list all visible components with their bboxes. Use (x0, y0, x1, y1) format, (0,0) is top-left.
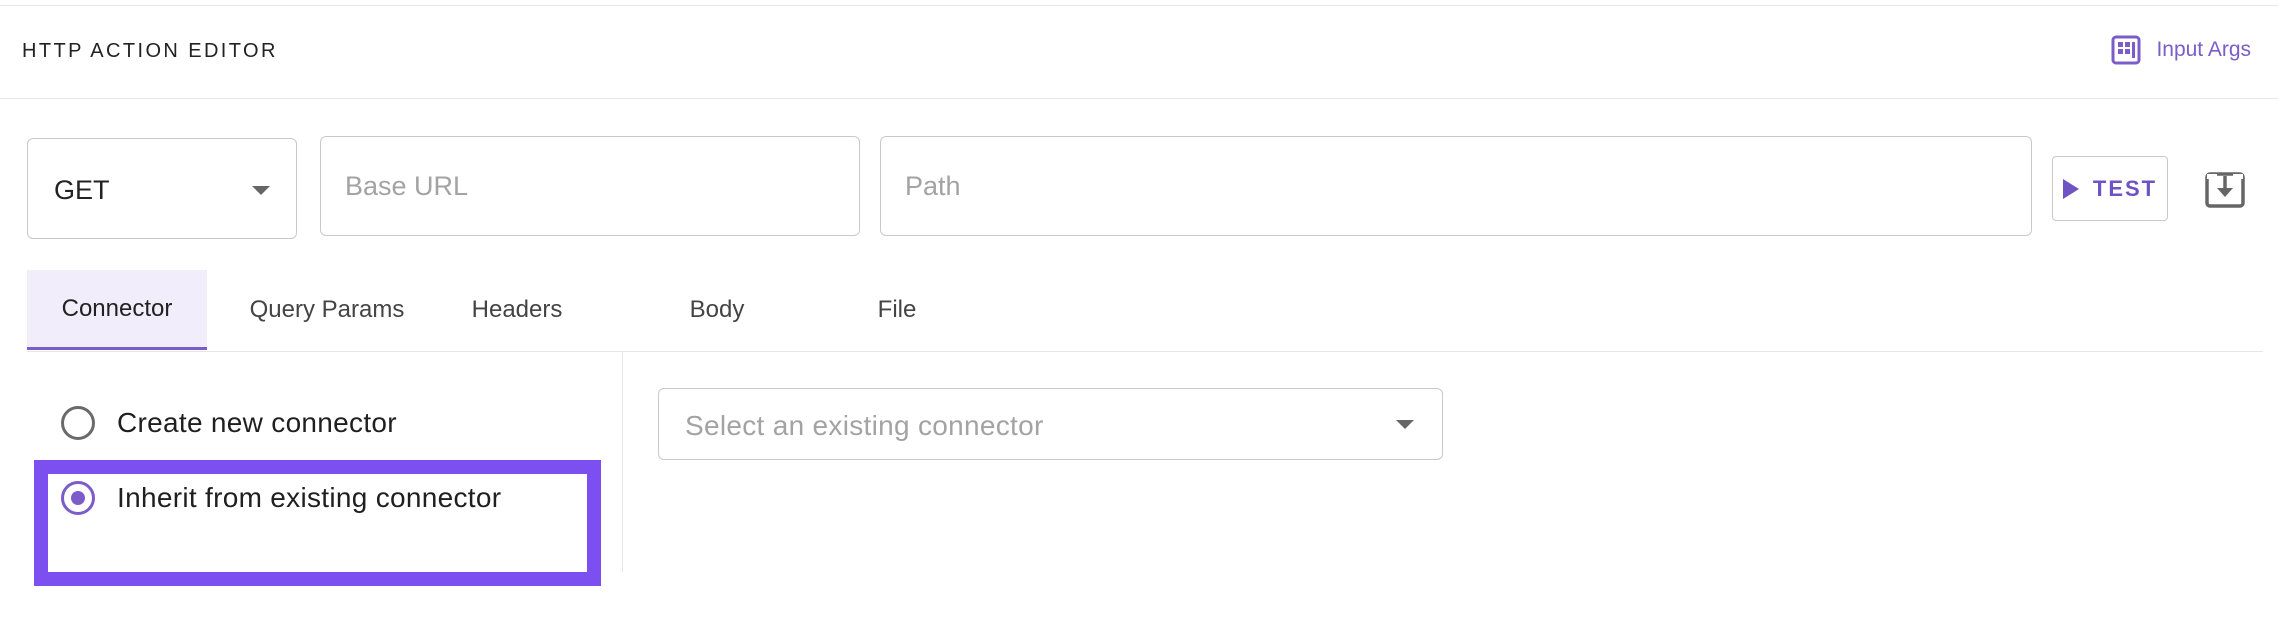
tab-query-params[interactable]: Query Params (217, 270, 437, 350)
input-args-label: Input Args (2156, 38, 2251, 61)
create-connector-option[interactable]: Create new connector (61, 406, 397, 440)
play-icon (2062, 178, 2079, 199)
test-button[interactable]: TEST (2052, 156, 2168, 221)
path-field (880, 136, 2032, 236)
base-url-field (320, 136, 860, 236)
download-icon[interactable] (2204, 169, 2246, 211)
tab-body[interactable]: Body (627, 270, 807, 350)
inherit-connector-option[interactable]: Inherit from existing connector (61, 481, 501, 515)
http-method-value: GET (54, 175, 110, 205)
create-connector-label: Create new connector (117, 407, 397, 438)
request-tabs: Connector Query Params Headers Body File (27, 270, 2263, 352)
inherit-connector-label: Inherit from existing connector (117, 482, 502, 513)
existing-connector-placeholder: Select an existing connector (685, 410, 1044, 441)
input-args-button[interactable]: Input Args (2110, 34, 2251, 66)
input-args-icon (2111, 35, 2141, 65)
page-title: HTTP ACTION EDITOR (22, 40, 278, 62)
tab-file[interactable]: File (807, 270, 987, 350)
test-button-label: TEST (2092, 175, 2158, 201)
editor-header: HTTP ACTION EDITOR Input Args (0, 6, 2278, 99)
chevron-down-icon (252, 186, 270, 195)
create-connector-radio[interactable] (61, 406, 95, 440)
connector-options: Create new connector Inherit from existi… (27, 352, 623, 572)
http-method-select[interactable]: GET (27, 138, 297, 239)
inherit-connector-radio[interactable] (61, 481, 95, 515)
chevron-down-icon (1396, 420, 1414, 429)
existing-connector-select[interactable]: Select an existing connector (658, 388, 1443, 460)
base-url-input[interactable] (321, 137, 859, 235)
path-input[interactable] (881, 137, 2031, 235)
tab-connector[interactable]: Connector (27, 270, 207, 350)
tab-headers[interactable]: Headers (437, 270, 597, 350)
